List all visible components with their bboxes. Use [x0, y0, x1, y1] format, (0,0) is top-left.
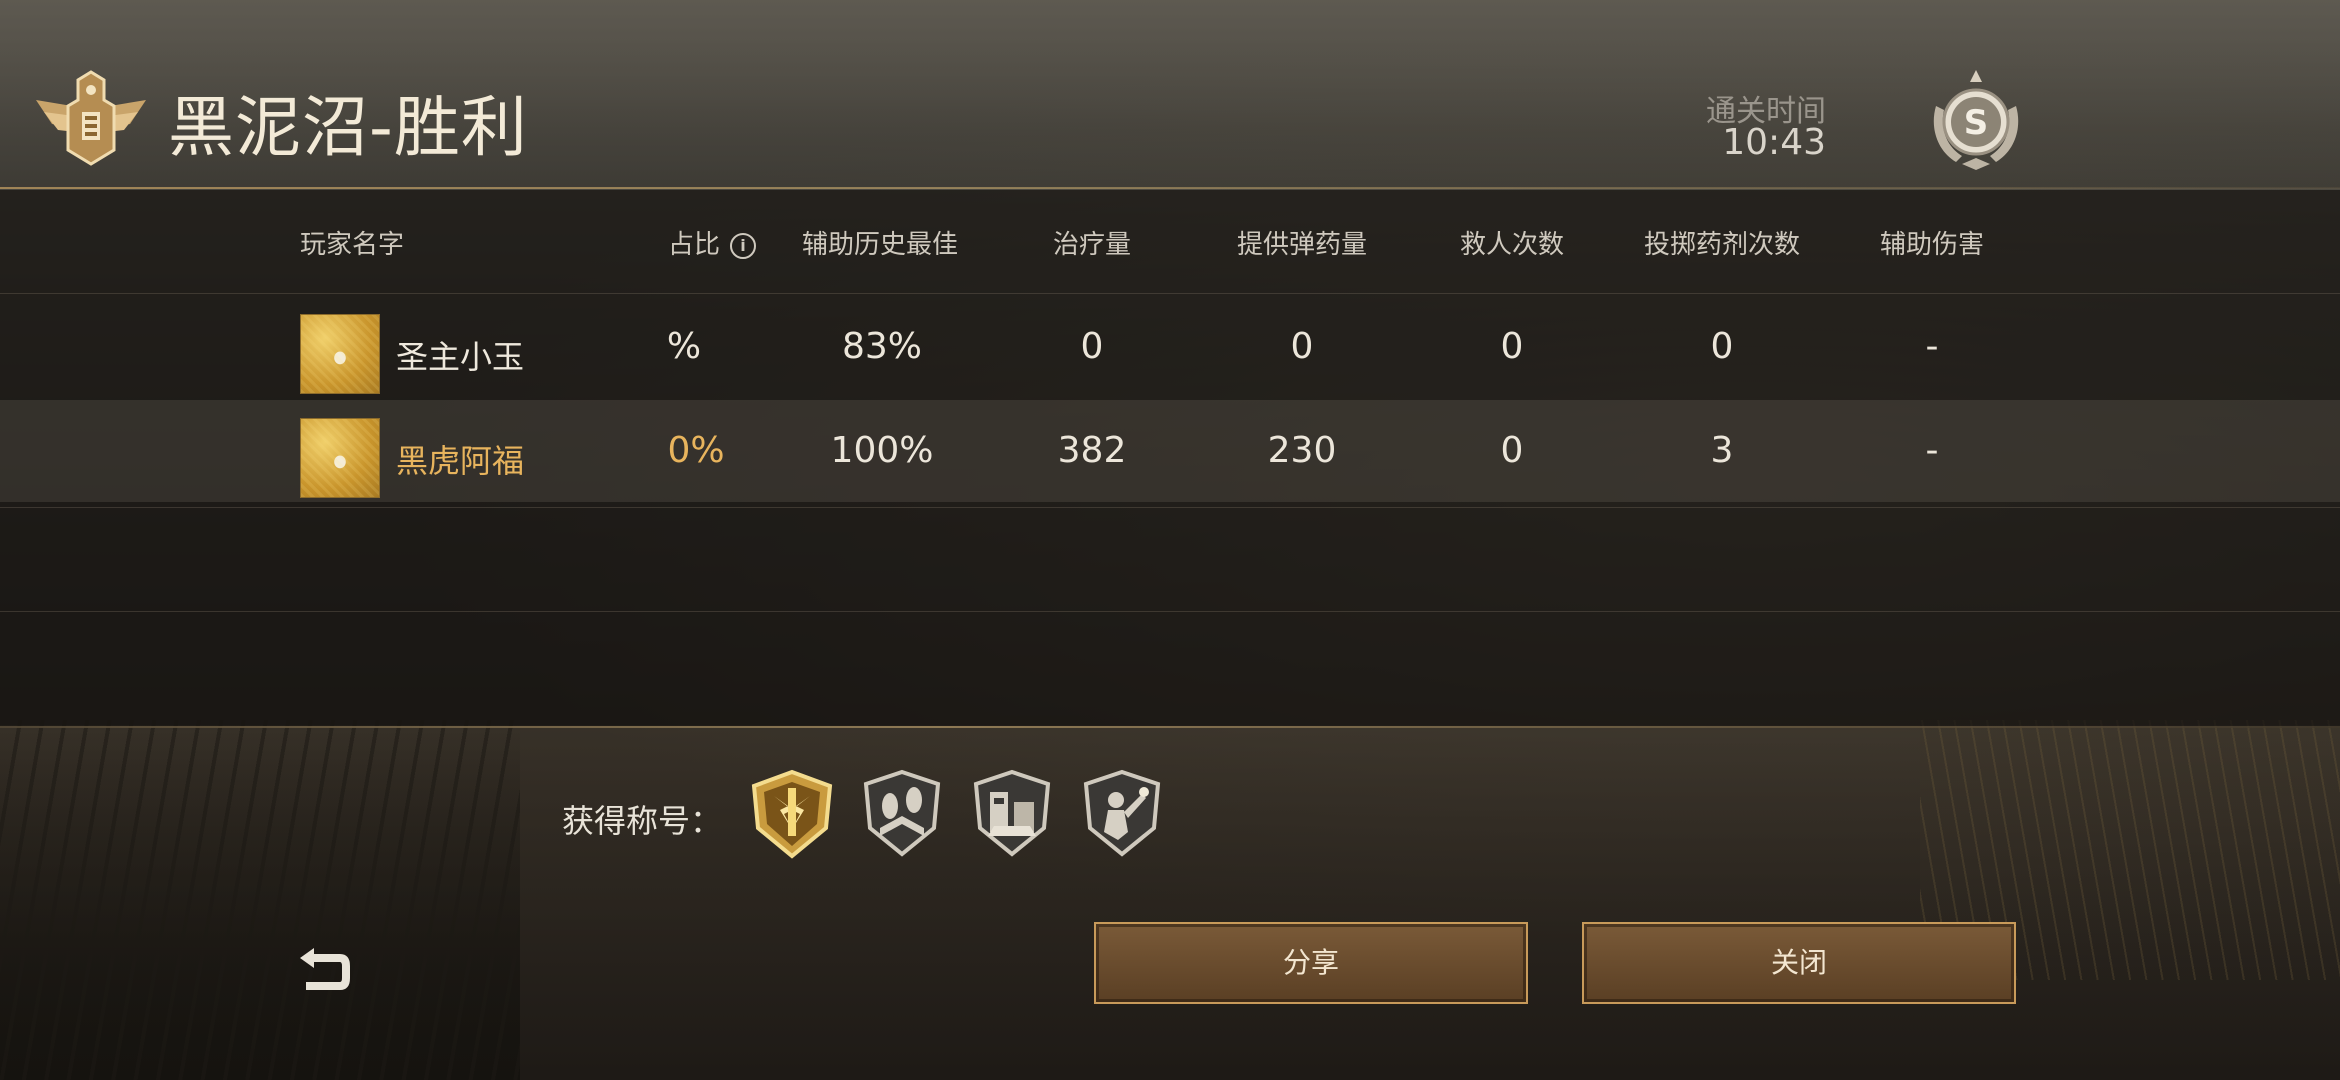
- col-header-best-assist: 辅助历史最佳: [801, 230, 959, 260]
- info-icon[interactable]: i: [730, 233, 757, 259]
- col-header-share-label: 占比: [667, 230, 721, 260]
- cell-best-assist: 83%: [841, 326, 923, 367]
- avatar[interactable]: [300, 314, 380, 394]
- player-name: 黑虎阿福: [396, 442, 525, 480]
- player-name: 圣主小玉: [396, 338, 525, 376]
- col-header-share: 占比 i: [667, 224, 757, 261]
- cell-assist-damage: -: [1925, 430, 1939, 471]
- col-header-player-name: 玩家名字: [300, 230, 405, 260]
- cell-healing: 382: [1057, 430, 1127, 471]
- cell-ammo: 230: [1267, 430, 1337, 471]
- row-divider: [0, 507, 2340, 508]
- col-header-healing: 治疗量: [1052, 230, 1132, 260]
- boot-prints-badge-icon[interactable]: [854, 766, 950, 862]
- fortress-badge-icon[interactable]: [964, 766, 1060, 862]
- col-header-assist-damage: 辅助伤害: [1879, 230, 1985, 260]
- cell-assist-damage: -: [1925, 326, 1939, 367]
- cell-throws: 0: [1710, 326, 1734, 367]
- back-arrow-icon[interactable]: [296, 944, 354, 994]
- clear-time-value: 10:43: [1722, 122, 1826, 163]
- rank-s-badge-icon: S: [1933, 70, 2019, 170]
- victory-emblem-icon: [36, 70, 146, 166]
- header-divider: [0, 187, 2340, 189]
- row-divider: [0, 611, 2340, 612]
- col-header-ammo: 提供弹药量: [1236, 230, 1368, 260]
- grenadier-badge-icon[interactable]: [1074, 766, 1170, 862]
- cell-share: %: [666, 326, 702, 367]
- close-button[interactable]: 关闭: [1582, 922, 2016, 1004]
- background-grass: [0, 720, 520, 1080]
- titles-label: 获得称号：: [562, 802, 723, 840]
- col-header-throws: 投掷药剂次数: [1643, 230, 1801, 260]
- cell-share: 0%: [667, 430, 725, 471]
- cell-rescues: 0: [1500, 430, 1524, 471]
- cell-best-assist: 100%: [830, 430, 934, 471]
- page-title: 黑泥沼-胜利: [168, 89, 528, 166]
- table-row: 圣主小玉 % 83% 0 0 0 0 -: [0, 296, 2340, 398]
- cell-throws: 3: [1710, 430, 1734, 471]
- cell-ammo: 0: [1290, 326, 1314, 367]
- golden-lightning-badge-icon[interactable]: [744, 766, 840, 862]
- svg-text:S: S: [1964, 103, 1989, 143]
- share-button[interactable]: 分享: [1094, 922, 1528, 1004]
- cell-healing: 0: [1080, 326, 1104, 367]
- avatar[interactable]: [300, 418, 380, 498]
- row-divider: [0, 293, 2340, 294]
- cell-rescues: 0: [1500, 326, 1524, 367]
- table-bottom-divider: [0, 726, 2340, 728]
- col-header-rescues: 救人次数: [1459, 230, 1565, 260]
- table-row: 黑虎阿福 0% 100% 382 230 0 3 -: [0, 400, 2340, 502]
